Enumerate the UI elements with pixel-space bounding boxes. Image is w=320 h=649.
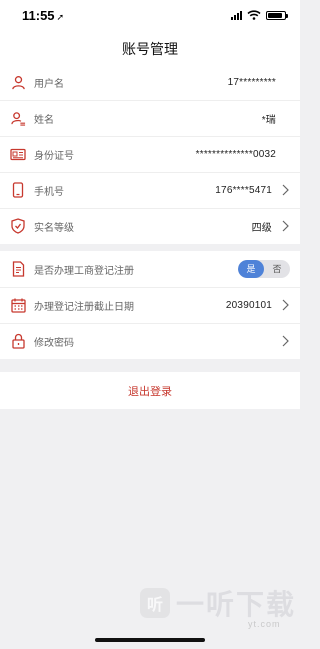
business-registration-label: 是否办理工商登记注册 <box>34 265 134 277</box>
lock-icon <box>10 333 26 349</box>
phone-label: 手机号 <box>34 186 64 198</box>
registration-expiry-label: 办理登记注册截止日期 <box>34 301 134 313</box>
wifi-icon <box>247 10 261 20</box>
logout-label: 退出登录 <box>128 385 172 398</box>
name-row: 姓名 *瑞 <box>0 100 300 136</box>
person-edit-icon <box>10 110 26 126</box>
change-password-row[interactable]: 修改密码 <box>0 323 300 359</box>
user-icon <box>10 74 26 90</box>
id-number-value: **************0032 <box>195 148 276 160</box>
id-number-row: 身份证号 **************0032 <box>0 136 300 172</box>
id-card-icon <box>10 146 26 162</box>
logout-button[interactable]: 退出登录 <box>0 372 300 409</box>
verification-level-label: 实名等级 <box>34 222 74 234</box>
chevron-right-icon <box>280 220 290 232</box>
status-bar: 11:55 ➚ <box>0 0 300 30</box>
username-row: 用户名 17********* <box>0 64 300 100</box>
change-password-label: 修改密码 <box>34 337 74 349</box>
name-value: *瑞 <box>261 114 276 126</box>
business-registration-row: 是否办理工商登记注册 是 否 <box>0 251 300 287</box>
toggle-no-option[interactable]: 否 <box>264 260 290 278</box>
page-title: 账号管理 <box>122 41 178 57</box>
battery-icon <box>266 10 288 20</box>
username-value: 17********* <box>227 76 276 88</box>
cellular-signal-icon <box>231 10 242 20</box>
watermark: 听 一听下载 yt.com <box>140 583 297 629</box>
verification-level-value: 四级 <box>251 222 272 234</box>
chevron-right-icon <box>280 299 290 311</box>
phone-row[interactable]: 手机号 176****5471 <box>0 172 300 208</box>
id-number-label: 身份证号 <box>34 150 74 162</box>
chevron-right-icon <box>280 335 290 347</box>
chevron-right-icon <box>280 184 290 196</box>
registration-expiry-row[interactable]: 办理登记注册截止日期 20390101 <box>0 287 300 323</box>
toggle-yes-option[interactable]: 是 <box>238 260 264 278</box>
status-icons <box>231 10 288 20</box>
name-label: 姓名 <box>34 114 54 126</box>
phone-value: 176****5471 <box>215 184 272 196</box>
home-indicator <box>95 638 205 642</box>
watermark-text: 一听下载 <box>176 589 297 620</box>
nav-bar: 账号管理 <box>0 30 300 65</box>
username-label: 用户名 <box>34 78 64 90</box>
registration-expiry-value: 20390101 <box>225 299 272 311</box>
registration-section: 是否办理工商登记注册 是 否 办理登记注册截止日期 20390101 修改密码 <box>0 251 300 359</box>
account-info-section: 用户名 17********* 姓名 *瑞 身份证号 *************… <box>0 64 300 244</box>
location-arrow-icon: ➚ <box>56 12 65 22</box>
yes-no-toggle[interactable]: 是 否 <box>238 260 290 278</box>
time-text: 11:55 <box>22 8 55 23</box>
status-time: 11:55 ➚ <box>22 8 64 23</box>
phone-icon <box>10 182 26 198</box>
document-icon <box>10 261 26 277</box>
verification-level-row[interactable]: 实名等级 四级 <box>0 208 300 244</box>
shield-icon <box>10 218 26 234</box>
watermark-subtext: yt.com <box>248 619 281 629</box>
calendar-icon <box>10 297 26 313</box>
watermark-logo-icon: 听 <box>140 588 170 618</box>
